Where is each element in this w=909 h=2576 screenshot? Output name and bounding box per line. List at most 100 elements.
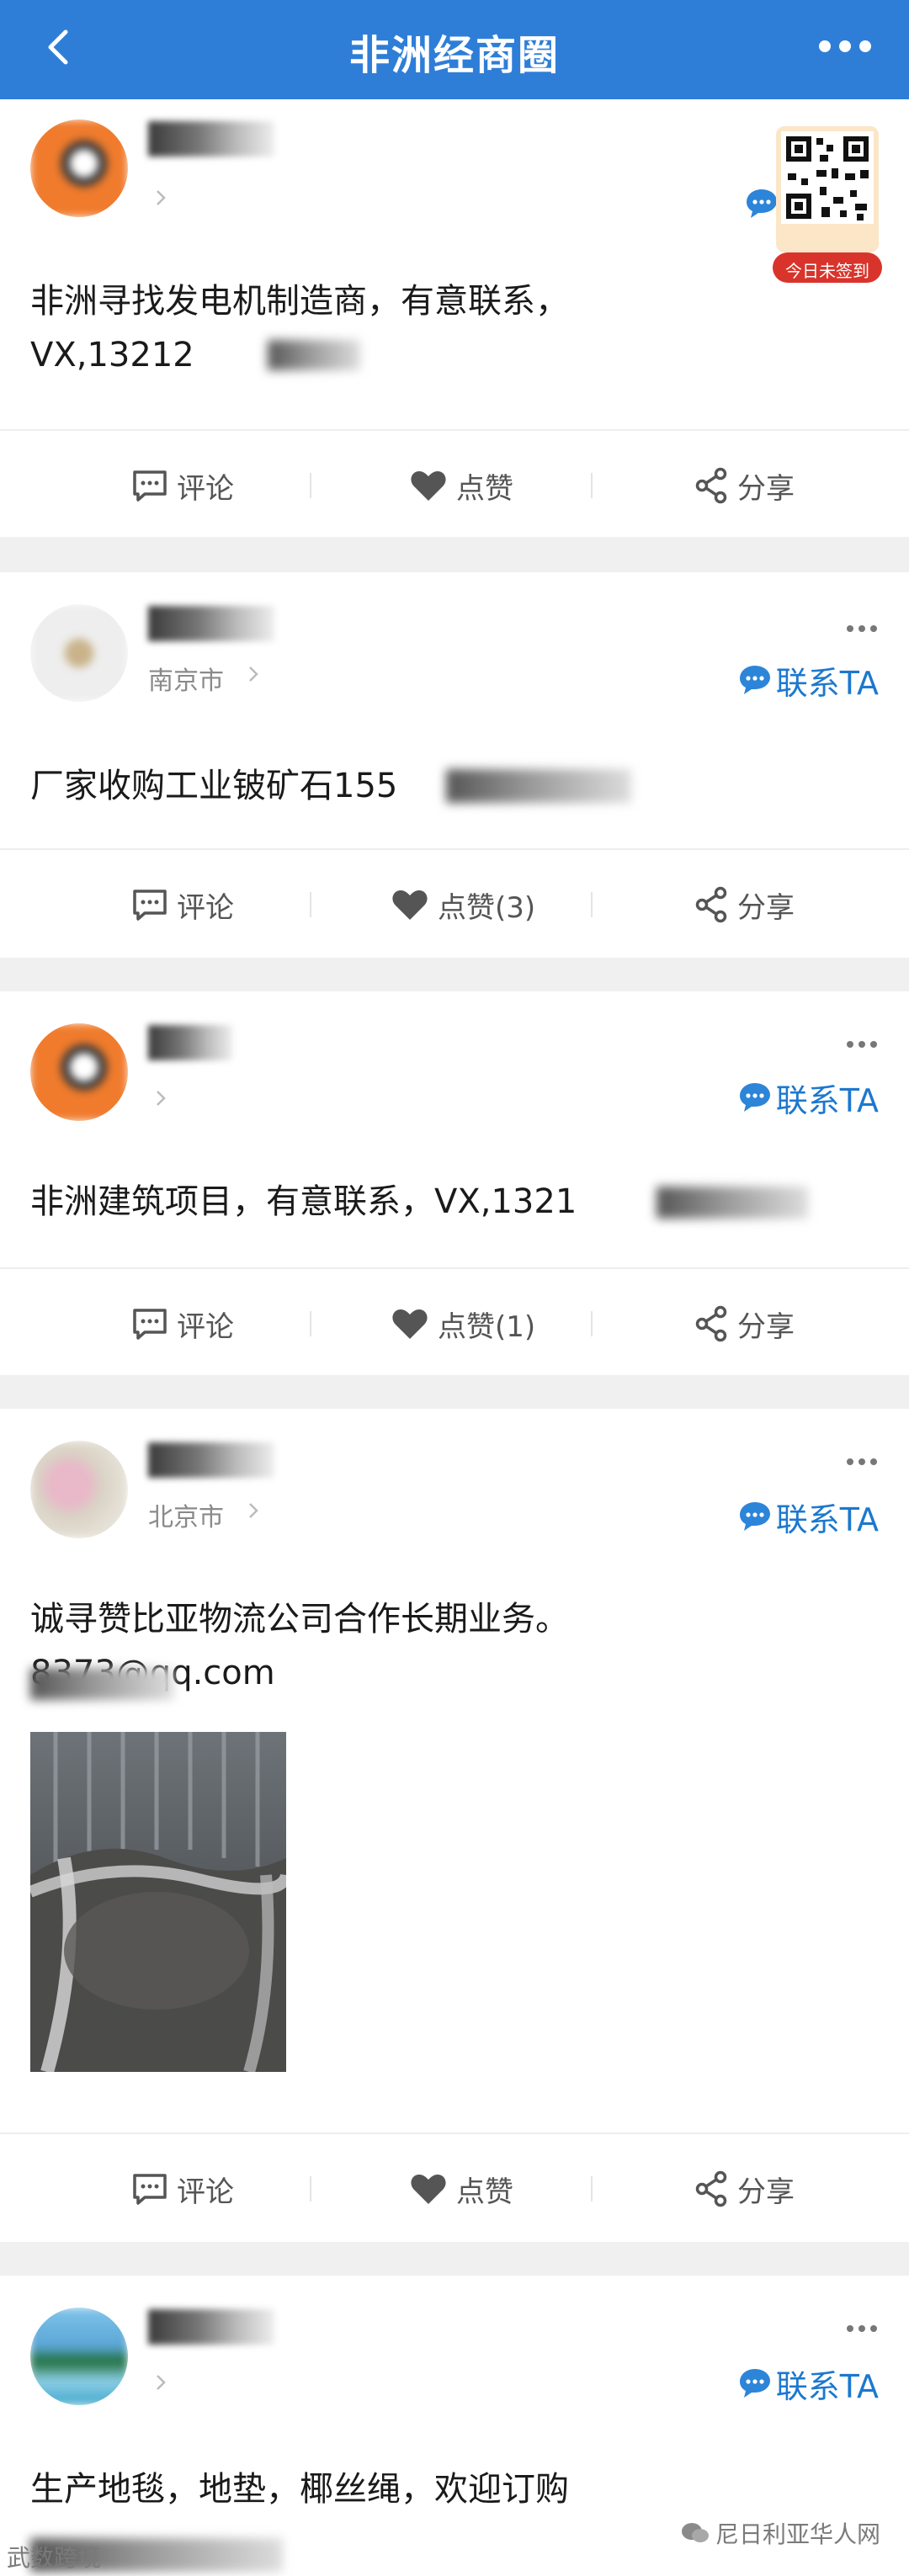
share-icon [695, 886, 727, 923]
checkin-label: 今日未签到 [785, 261, 869, 281]
comment-icon [133, 890, 167, 921]
heart-icon [411, 471, 446, 501]
share-button[interactable]: 分享 [694, 431, 795, 540]
like-button[interactable]: 点赞(3) [391, 850, 535, 959]
more-icon[interactable] [811, 25, 879, 67]
separator [591, 2176, 593, 2202]
user-name-redacted [148, 1442, 274, 1478]
wechat-icon [682, 2523, 709, 2542]
qr-checkin-badge[interactable]: 今日未签到 [773, 126, 882, 286]
chat-bubble-icon [739, 1083, 770, 1112]
post-card: 联系TA 非洲建筑项目，有意联系，VX,1321 评论 点赞(1) 分享 [0, 991, 909, 1375]
separator [310, 892, 311, 917]
chevron-right-icon [157, 2375, 166, 2390]
separator [591, 473, 593, 498]
share-button[interactable]: 分享 [694, 2134, 795, 2244]
user-name-redacted [148, 121, 274, 157]
heart-icon [392, 1309, 428, 1339]
watermark-right-label: 尼日利亚华人网 [715, 2520, 881, 2548]
avatar[interactable] [30, 1441, 128, 1538]
avatar[interactable] [30, 604, 128, 702]
like-button[interactable]: 点赞(1) [391, 1269, 535, 1378]
user-name-redacted [148, 1025, 232, 1060]
comment-label: 评论 [177, 471, 234, 506]
share-icon [695, 1305, 727, 1342]
post-card: 北京市 联系TA 诚寻赞比亚物流公司合作长期业务。 8373@qq.com 评论… [0, 1409, 909, 2242]
like-label: 点赞 [456, 2175, 513, 2209]
avatar[interactable] [30, 1023, 128, 1121]
chevron-right-icon [157, 1091, 166, 1106]
contact-button[interactable]: 联系TA [737, 1493, 879, 1540]
avatar[interactable] [30, 120, 128, 217]
location-label: 南京市 [148, 667, 224, 696]
avatar[interactable] [30, 2308, 128, 2405]
comment-label: 评论 [177, 2175, 234, 2209]
chat-bubble-icon [739, 2369, 770, 2398]
comment-button[interactable]: 评论 [131, 1269, 234, 1378]
more-icon[interactable] [845, 1038, 879, 1050]
share-icon [695, 2170, 727, 2207]
comment-button[interactable]: 评论 [131, 850, 234, 959]
more-icon[interactable] [845, 623, 879, 635]
like-button[interactable]: 点赞 [409, 2134, 513, 2244]
contact-button[interactable]: 联系TA [737, 2360, 879, 2407]
share-label: 分享 [737, 471, 795, 506]
like-label: 点赞(3) [438, 890, 536, 925]
user-name-redacted [148, 606, 274, 641]
contact-label: 联系TA [775, 1500, 879, 1538]
separator [310, 473, 311, 498]
watermark-right: 尼日利亚华人网 [680, 2516, 880, 2550]
more-icon[interactable] [845, 2323, 879, 2334]
chevron-right-icon [157, 190, 166, 205]
comment-label: 评论 [177, 1309, 234, 1344]
share-icon [695, 467, 727, 504]
redacted-text [268, 340, 360, 370]
chevron-right-icon [249, 667, 258, 682]
contact-button[interactable]: 联系TA [737, 1074, 879, 1121]
comment-button[interactable]: 评论 [131, 2134, 234, 2244]
location-label: 北京市 [148, 1503, 224, 1532]
chat-bubble-icon [739, 1502, 770, 1531]
comment-icon [133, 470, 167, 502]
heart-icon [411, 2175, 446, 2204]
like-button[interactable]: 点赞 [409, 431, 513, 540]
share-label: 分享 [737, 1309, 795, 1344]
redacted-text [446, 769, 631, 803]
contact-label: 联系TA [775, 2367, 879, 2405]
action-bar: 评论 点赞(3) 分享 [0, 850, 909, 959]
chevron-right-icon [249, 1503, 258, 1518]
share-label: 分享 [737, 890, 795, 925]
post-content: 非洲寻找发电机制造商，有意联系， VX,13212 [30, 282, 569, 374]
action-bar: 评论 点赞 分享 [0, 2134, 909, 2244]
watermark-left: 武数跨境 [7, 2544, 102, 2572]
redacted-text [30, 1668, 173, 1700]
share-label: 分享 [737, 2175, 795, 2209]
redacted-text [656, 1187, 808, 1219]
like-label: 点赞(1) [438, 1309, 536, 1344]
page-title: 非洲经商圈 [348, 32, 560, 79]
share-button[interactable]: 分享 [694, 850, 795, 959]
action-bar: 评论 点赞(1) 分享 [0, 1269, 909, 1378]
action-bar: 评论 点赞 分享 [0, 431, 909, 540]
more-icon[interactable] [845, 1456, 879, 1468]
separator [310, 2176, 311, 2202]
post-photo[interactable] [30, 1732, 286, 2072]
separator [591, 892, 593, 917]
share-button[interactable]: 分享 [694, 1269, 795, 1378]
comment-button[interactable]: 评论 [131, 431, 234, 540]
comment-icon [133, 2174, 167, 2205]
comment-label: 评论 [177, 890, 234, 925]
post-content: 生产地毯，地垫，椰丝绳，欢迎订购 [30, 2470, 569, 2509]
nav-bar: 非洲经商圈 [0, 0, 909, 99]
contact-button[interactable]: 联系TA [737, 656, 879, 704]
separator [591, 1311, 593, 1336]
heart-icon [392, 890, 428, 920]
contact-label: 联系TA [775, 664, 879, 702]
contact-label: 联系TA [775, 1081, 879, 1119]
user-name-redacted [148, 2309, 274, 2345]
chat-bubble-icon [739, 666, 770, 694]
comment-icon [133, 1309, 167, 1340]
post-card: 南京市 联系TA 厂家收购工业铍矿石155 评论 点赞(3) 分享 [0, 572, 909, 958]
like-label: 点赞 [456, 471, 513, 506]
separator [310, 1311, 311, 1336]
